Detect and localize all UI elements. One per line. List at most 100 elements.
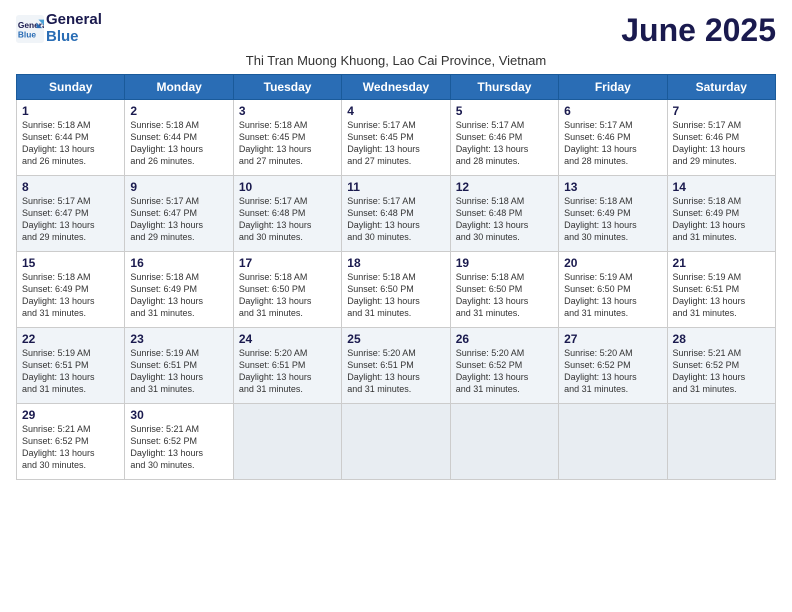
table-row: 4Sunrise: 5:17 AM Sunset: 6:45 PM Daylig… [342,100,450,176]
table-row: 3Sunrise: 5:18 AM Sunset: 6:45 PM Daylig… [233,100,341,176]
month-title: June 2025 [621,12,776,49]
day-info: Sunrise: 5:20 AM Sunset: 6:51 PM Dayligh… [347,347,444,396]
table-row: 7Sunrise: 5:17 AM Sunset: 6:46 PM Daylig… [667,100,775,176]
day-info: Sunrise: 5:17 AM Sunset: 6:48 PM Dayligh… [347,195,444,244]
day-number: 12 [456,180,553,194]
day-number: 3 [239,104,336,118]
day-number: 5 [456,104,553,118]
calendar-header: Sunday Monday Tuesday Wednesday Thursday… [17,75,776,100]
day-info: Sunrise: 5:20 AM Sunset: 6:52 PM Dayligh… [456,347,553,396]
table-row: 6Sunrise: 5:17 AM Sunset: 6:46 PM Daylig… [559,100,667,176]
day-number: 26 [456,332,553,346]
header-sunday: Sunday [17,75,125,100]
day-info: Sunrise: 5:21 AM Sunset: 6:52 PM Dayligh… [130,423,227,472]
day-info: Sunrise: 5:19 AM Sunset: 6:51 PM Dayligh… [130,347,227,396]
day-number: 6 [564,104,661,118]
day-number: 19 [456,256,553,270]
day-number: 2 [130,104,227,118]
day-info: Sunrise: 5:19 AM Sunset: 6:51 PM Dayligh… [22,347,119,396]
logo-line1: General [46,12,102,29]
table-row: 16Sunrise: 5:18 AM Sunset: 6:49 PM Dayli… [125,252,233,328]
table-row [667,404,775,480]
svg-text:Blue: Blue [18,29,36,39]
header-wednesday: Wednesday [342,75,450,100]
day-info: Sunrise: 5:18 AM Sunset: 6:50 PM Dayligh… [347,271,444,320]
table-row: 1Sunrise: 5:18 AM Sunset: 6:44 PM Daylig… [17,100,125,176]
day-number: 23 [130,332,227,346]
day-number: 13 [564,180,661,194]
table-row: 27Sunrise: 5:20 AM Sunset: 6:52 PM Dayli… [559,328,667,404]
day-number: 24 [239,332,336,346]
table-row: 30Sunrise: 5:21 AM Sunset: 6:52 PM Dayli… [125,404,233,480]
day-info: Sunrise: 5:17 AM Sunset: 6:45 PM Dayligh… [347,119,444,168]
day-number: 16 [130,256,227,270]
table-row: 12Sunrise: 5:18 AM Sunset: 6:48 PM Dayli… [450,176,558,252]
header-tuesday: Tuesday [233,75,341,100]
day-number: 10 [239,180,336,194]
table-row: 15Sunrise: 5:18 AM Sunset: 6:49 PM Dayli… [17,252,125,328]
table-row [450,404,558,480]
day-number: 28 [673,332,770,346]
table-row: 2Sunrise: 5:18 AM Sunset: 6:44 PM Daylig… [125,100,233,176]
day-info: Sunrise: 5:17 AM Sunset: 6:46 PM Dayligh… [456,119,553,168]
day-number: 20 [564,256,661,270]
table-row: 9Sunrise: 5:17 AM Sunset: 6:47 PM Daylig… [125,176,233,252]
table-row: 10Sunrise: 5:17 AM Sunset: 6:48 PM Dayli… [233,176,341,252]
subtitle: Thi Tran Muong Khuong, Lao Cai Province,… [16,53,776,68]
logo-icon: General Blue [16,15,44,43]
day-info: Sunrise: 5:17 AM Sunset: 6:47 PM Dayligh… [22,195,119,244]
day-info: Sunrise: 5:20 AM Sunset: 6:51 PM Dayligh… [239,347,336,396]
table-row: 29Sunrise: 5:21 AM Sunset: 6:52 PM Dayli… [17,404,125,480]
table-row: 24Sunrise: 5:20 AM Sunset: 6:51 PM Dayli… [233,328,341,404]
day-number: 22 [22,332,119,346]
day-number: 25 [347,332,444,346]
table-row: 17Sunrise: 5:18 AM Sunset: 6:50 PM Dayli… [233,252,341,328]
day-number: 18 [347,256,444,270]
table-row: 19Sunrise: 5:18 AM Sunset: 6:50 PM Dayli… [450,252,558,328]
day-info: Sunrise: 5:21 AM Sunset: 6:52 PM Dayligh… [22,423,119,472]
day-info: Sunrise: 5:18 AM Sunset: 6:49 PM Dayligh… [564,195,661,244]
day-number: 14 [673,180,770,194]
day-info: Sunrise: 5:17 AM Sunset: 6:46 PM Dayligh… [564,119,661,168]
table-row [233,404,341,480]
day-number: 15 [22,256,119,270]
day-info: Sunrise: 5:17 AM Sunset: 6:48 PM Dayligh… [239,195,336,244]
header-friday: Friday [559,75,667,100]
table-row: 21Sunrise: 5:19 AM Sunset: 6:51 PM Dayli… [667,252,775,328]
day-info: Sunrise: 5:18 AM Sunset: 6:49 PM Dayligh… [22,271,119,320]
day-info: Sunrise: 5:18 AM Sunset: 6:49 PM Dayligh… [673,195,770,244]
table-row: 22Sunrise: 5:19 AM Sunset: 6:51 PM Dayli… [17,328,125,404]
day-number: 29 [22,408,119,422]
day-info: Sunrise: 5:18 AM Sunset: 6:50 PM Dayligh… [239,271,336,320]
calendar-table: Sunday Monday Tuesday Wednesday Thursday… [16,74,776,480]
header-monday: Monday [125,75,233,100]
logo: General Blue General Blue [16,12,102,45]
table-row: 11Sunrise: 5:17 AM Sunset: 6:48 PM Dayli… [342,176,450,252]
header: General Blue General Blue June 2025 [16,12,776,49]
day-number: 9 [130,180,227,194]
day-number: 27 [564,332,661,346]
day-info: Sunrise: 5:20 AM Sunset: 6:52 PM Dayligh… [564,347,661,396]
day-number: 1 [22,104,119,118]
header-saturday: Saturday [667,75,775,100]
day-info: Sunrise: 5:19 AM Sunset: 6:50 PM Dayligh… [564,271,661,320]
calendar-body: 1 Sunrise: 5:18 AM Sunset: 6:44 PM Daylig… [17,100,776,480]
table-row: 18Sunrise: 5:18 AM Sunset: 6:50 PM Dayli… [342,252,450,328]
day-info: Sunrise: 5:21 AM Sunset: 6:52 PM Dayligh… [673,347,770,396]
day-info: Sunrise: 5:17 AM Sunset: 6:46 PM Dayligh… [673,119,770,168]
day-info: Sunrise: 5:19 AM Sunset: 6:51 PM Dayligh… [673,271,770,320]
page: General Blue General Blue June 2025 Thi … [0,0,792,612]
day-number: 17 [239,256,336,270]
day-info: Sunrise: 5:17 AM Sunset: 6:47 PM Dayligh… [130,195,227,244]
day-number: 11 [347,180,444,194]
logo-line2: Blue [46,29,102,46]
table-row: 8Sunrise: 5:17 AM Sunset: 6:47 PM Daylig… [17,176,125,252]
day-number: 8 [22,180,119,194]
table-row: 20Sunrise: 5:19 AM Sunset: 6:50 PM Dayli… [559,252,667,328]
table-row: 13Sunrise: 5:18 AM Sunset: 6:49 PM Dayli… [559,176,667,252]
table-row: 25Sunrise: 5:20 AM Sunset: 6:51 PM Dayli… [342,328,450,404]
day-number: 4 [347,104,444,118]
day-number: 30 [130,408,227,422]
header-thursday: Thursday [450,75,558,100]
day-info: Sunrise: 5:18 AM Sunset: 6:44 PM Dayligh… [130,119,227,168]
